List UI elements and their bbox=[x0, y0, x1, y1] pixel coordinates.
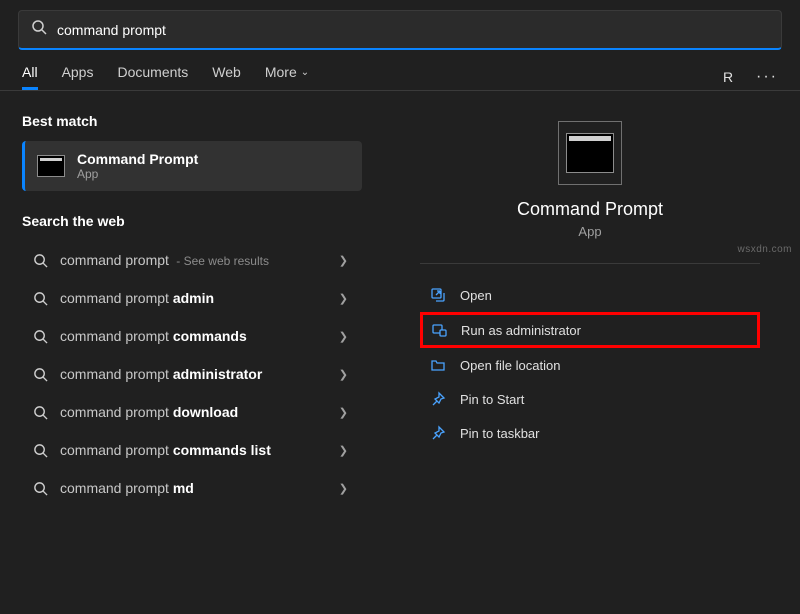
chevron-right-icon: ❯ bbox=[339, 254, 348, 267]
web-suggestion[interactable]: command prompt administrator❯ bbox=[22, 355, 362, 393]
chevron-right-icon: ❯ bbox=[339, 444, 348, 457]
web-suggestion[interactable]: command prompt commands list❯ bbox=[22, 431, 362, 469]
search-icon bbox=[28, 405, 52, 420]
preview-title: Command Prompt bbox=[517, 199, 663, 220]
best-match-header: Best match bbox=[22, 113, 380, 129]
web-suggestions: command prompt - See web results❯command… bbox=[22, 241, 380, 507]
search-bar[interactable] bbox=[18, 10, 782, 50]
preview-panel: Command Prompt App Open Run as administr… bbox=[380, 91, 800, 585]
preview-icon-frame bbox=[558, 121, 622, 185]
suggestion-label: command prompt administrator bbox=[60, 366, 339, 382]
action-label: Pin to taskbar bbox=[460, 426, 540, 441]
user-avatar[interactable]: R bbox=[718, 67, 738, 87]
action-label: Run as administrator bbox=[461, 323, 581, 338]
search-icon bbox=[28, 329, 52, 344]
suggestion-label: command prompt - See web results bbox=[60, 252, 339, 268]
suggestion-label: command prompt download bbox=[60, 404, 339, 420]
tab-web[interactable]: Web bbox=[212, 64, 241, 90]
search-input[interactable] bbox=[57, 22, 769, 38]
watermark: wsxdn.com bbox=[737, 244, 792, 255]
action-pin-to-taskbar[interactable]: Pin to taskbar bbox=[420, 416, 760, 450]
search-icon bbox=[28, 481, 52, 496]
suggestion-label: command prompt md bbox=[60, 480, 339, 496]
preview-divider bbox=[420, 263, 760, 264]
chevron-down-icon: ⌄ bbox=[301, 67, 309, 78]
shield-admin-icon bbox=[431, 322, 447, 338]
chevron-right-icon: ❯ bbox=[339, 368, 348, 381]
search-web-header: Search the web bbox=[22, 213, 380, 229]
web-suggestion[interactable]: command prompt admin❯ bbox=[22, 279, 362, 317]
best-match-title: Command Prompt bbox=[77, 151, 198, 167]
best-match-result[interactable]: Command Prompt App bbox=[22, 141, 362, 191]
web-suggestion[interactable]: command prompt download❯ bbox=[22, 393, 362, 431]
search-icon bbox=[28, 291, 52, 306]
filter-tabs: All Apps Documents Web More ⌄ R ··· bbox=[0, 50, 800, 90]
action-label: Pin to Start bbox=[460, 392, 524, 407]
suggestion-label: command prompt commands bbox=[60, 328, 339, 344]
search-icon bbox=[31, 19, 47, 40]
search-icon bbox=[28, 367, 52, 382]
chevron-right-icon: ❯ bbox=[339, 330, 348, 343]
web-suggestion[interactable]: command prompt - See web results❯ bbox=[22, 241, 362, 279]
action-label: Open file location bbox=[460, 358, 560, 373]
chevron-right-icon: ❯ bbox=[339, 406, 348, 419]
search-icon bbox=[28, 443, 52, 458]
actions-list: Open Run as administrator Open file loca… bbox=[420, 278, 760, 450]
pin-icon bbox=[430, 425, 446, 441]
action-label: Open bbox=[460, 288, 492, 303]
suggestion-label: command prompt admin bbox=[60, 290, 339, 306]
search-icon bbox=[28, 253, 52, 268]
action-pin-to-start[interactable]: Pin to Start bbox=[420, 382, 760, 416]
overflow-menu-icon[interactable]: ··· bbox=[756, 68, 778, 86]
tab-more[interactable]: More ⌄ bbox=[265, 64, 309, 90]
web-suggestion[interactable]: command prompt commands❯ bbox=[22, 317, 362, 355]
command-prompt-icon bbox=[566, 133, 614, 173]
chevron-right-icon: ❯ bbox=[339, 292, 348, 305]
tab-apps[interactable]: Apps bbox=[62, 64, 94, 90]
suggestion-label: command prompt commands list bbox=[60, 442, 339, 458]
pin-icon bbox=[430, 391, 446, 407]
results-panel: Best match Command Prompt App Search the… bbox=[0, 91, 380, 585]
command-prompt-icon bbox=[37, 155, 65, 177]
action-open[interactable]: Open bbox=[420, 278, 760, 312]
best-match-subtitle: App bbox=[77, 167, 198, 181]
open-icon bbox=[430, 287, 446, 303]
action-run-as-administrator[interactable]: Run as administrator bbox=[420, 312, 760, 348]
web-suggestion[interactable]: command prompt md❯ bbox=[22, 469, 362, 507]
action-open-file-location[interactable]: Open file location bbox=[420, 348, 760, 382]
chevron-right-icon: ❯ bbox=[339, 482, 348, 495]
preview-subtitle: App bbox=[578, 224, 601, 239]
tab-documents[interactable]: Documents bbox=[117, 64, 188, 90]
folder-icon bbox=[430, 357, 446, 373]
tab-all[interactable]: All bbox=[22, 64, 38, 90]
